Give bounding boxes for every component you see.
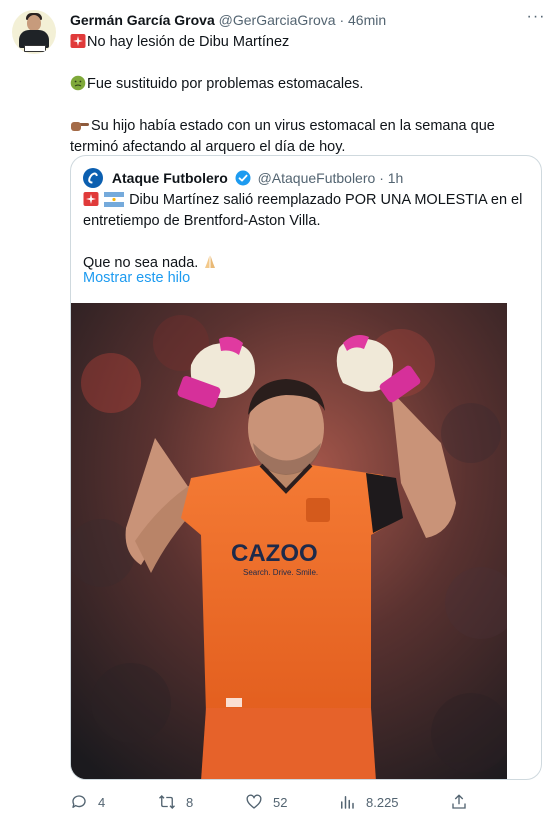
siren-emoji-icon	[70, 34, 86, 48]
quoted-tweet-timestamp[interactable]: 1h	[388, 170, 404, 186]
views-chart-icon	[341, 796, 354, 809]
tweet-header: Germán García Grova @GerGarciaGrova · 46…	[70, 11, 386, 29]
reply-count: 4	[98, 794, 106, 810]
quoted-author-handle[interactable]: @AtaqueFutbolero	[258, 170, 376, 186]
tweet-line-3-text: Su hijo había estado con un virus estoma…	[70, 118, 495, 155]
show-thread-link[interactable]: Mostrar este hilo	[83, 268, 190, 288]
tweet-timestamp[interactable]: 46min	[348, 12, 386, 28]
goalkeeper-photo: CAZOO Search. Drive. Smile.	[71, 303, 507, 779]
quoted-line-1-text: Dibu Martínez salió reemplazado POR UNA …	[83, 192, 523, 229]
retweet-count: 8	[186, 794, 194, 810]
like-count: 52	[273, 794, 288, 810]
tweet-body: No hay lesión de Dibu Martínez Fue susti…	[70, 32, 540, 158]
more-options-icon[interactable]: ···	[523, 8, 549, 30]
shirt-sponsor-subtext: Search. Drive. Smile.	[243, 568, 318, 577]
avatar-nameplate	[24, 45, 46, 52]
quoted-tweet-card[interactable]: Ataque Futbolero @AtaqueFutbolero · 1h D…	[70, 155, 542, 780]
verified-badge-icon	[235, 170, 251, 186]
folded-hands-emoji-icon	[205, 255, 216, 268]
quoted-tweet-header: Ataque Futbolero @AtaqueFutbolero · 1h	[83, 168, 403, 188]
retweet-button[interactable]: 8	[158, 790, 193, 814]
tweet-line-1: No hay lesión de Dibu Martínez	[70, 32, 540, 53]
quoted-author-avatar[interactable]	[83, 168, 103, 188]
author-handle[interactable]: @GerGarciaGrova	[219, 12, 336, 28]
quoted-line-1: Dibu Martínez salió reemplazado POR UNA …	[83, 190, 531, 232]
like-button[interactable]: 52	[245, 790, 287, 814]
views-button[interactable]: 8.225	[338, 790, 399, 814]
share-button[interactable]	[450, 790, 468, 814]
tweet-line-1-text: No hay lesión de Dibu Martínez	[87, 34, 290, 50]
author-avatar[interactable]	[12, 10, 56, 54]
shirt-sponsor-text: CAZOO	[231, 540, 318, 567]
pointing-hand-emoji-icon	[71, 122, 89, 131]
tweet-line-2: Fue sustituido por problemas estomacales…	[70, 74, 540, 95]
retweet-icon	[159, 795, 175, 809]
header-separator: ·	[339, 12, 345, 28]
nauseated-face-emoji-icon	[70, 75, 86, 91]
siren-emoji-icon	[83, 192, 99, 206]
tweet-line-2-text: Fue sustituido por problemas estomacales…	[87, 76, 364, 92]
quoted-header-separator: ·	[379, 170, 384, 186]
avatar-face	[27, 15, 41, 31]
views-count: 8.225	[366, 794, 399, 810]
reply-icon	[72, 795, 86, 808]
quoted-tweet-photo[interactable]: CAZOO Search. Drive. Smile.	[71, 303, 507, 779]
share-icon	[452, 794, 466, 809]
argentina-flag-icon	[104, 192, 125, 207]
reply-button[interactable]: 4	[70, 790, 105, 814]
tweet-action-bar: 4 8 52 8.225	[70, 790, 470, 814]
quoted-tweet-body: Dibu Martínez salió reemplazado POR UNA …	[83, 190, 531, 274]
quoted-author-name[interactable]: Ataque Futbolero	[112, 170, 228, 186]
author-name[interactable]: Germán García Grova	[70, 12, 215, 28]
heart-icon	[246, 794, 262, 809]
tweet-line-3: Su hijo había estado con un virus estoma…	[70, 116, 540, 158]
